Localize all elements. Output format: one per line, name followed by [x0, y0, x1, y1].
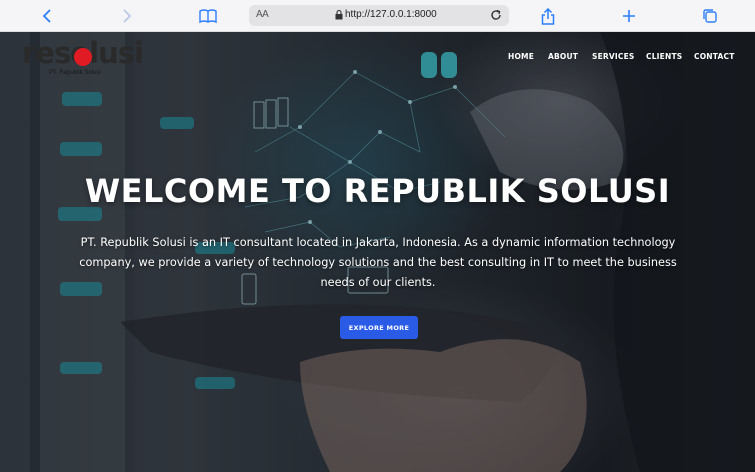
forward-icon[interactable]: [117, 6, 137, 26]
site-logo[interactable]: resolusi PT. Republik Solusi: [22, 36, 144, 76]
hero-description: PT. Republik Solusi is an IT consultant …: [79, 236, 677, 289]
bookmarks-icon[interactable]: [198, 6, 218, 26]
explore-more-button[interactable]: EXPLORE MORE: [340, 316, 418, 339]
new-tab-icon[interactable]: [619, 6, 639, 26]
back-icon[interactable]: [37, 6, 57, 26]
share-icon[interactable]: [538, 6, 558, 26]
logo-subtitle: PT. Republik Solusi: [49, 70, 101, 76]
nav-services[interactable]: SERVICES: [592, 52, 635, 61]
browser-toolbar: AA http://127.0.0.1:8000: [0, 0, 755, 32]
nav-about[interactable]: ABOUT: [548, 52, 578, 61]
nav-contact[interactable]: CONTACT: [694, 52, 735, 61]
logo-red-dot: [74, 48, 92, 66]
hero-title: WELCOME TO REPUBLIK SOLUSI: [84, 172, 671, 210]
lock-icon: [335, 10, 343, 20]
text-size-button[interactable]: AA: [256, 9, 269, 20]
address-bar[interactable]: AA http://127.0.0.1:8000: [249, 5, 509, 26]
reload-icon[interactable]: [489, 8, 503, 22]
nav-home[interactable]: HOME: [508, 52, 534, 61]
nav-clients[interactable]: CLIENTS: [646, 52, 682, 61]
url-text[interactable]: http://127.0.0.1:8000: [345, 9, 437, 20]
tabs-icon[interactable]: [700, 6, 720, 26]
hero-section: resolusi PT. Republik Solusi HOME ABOUT …: [0, 32, 755, 472]
